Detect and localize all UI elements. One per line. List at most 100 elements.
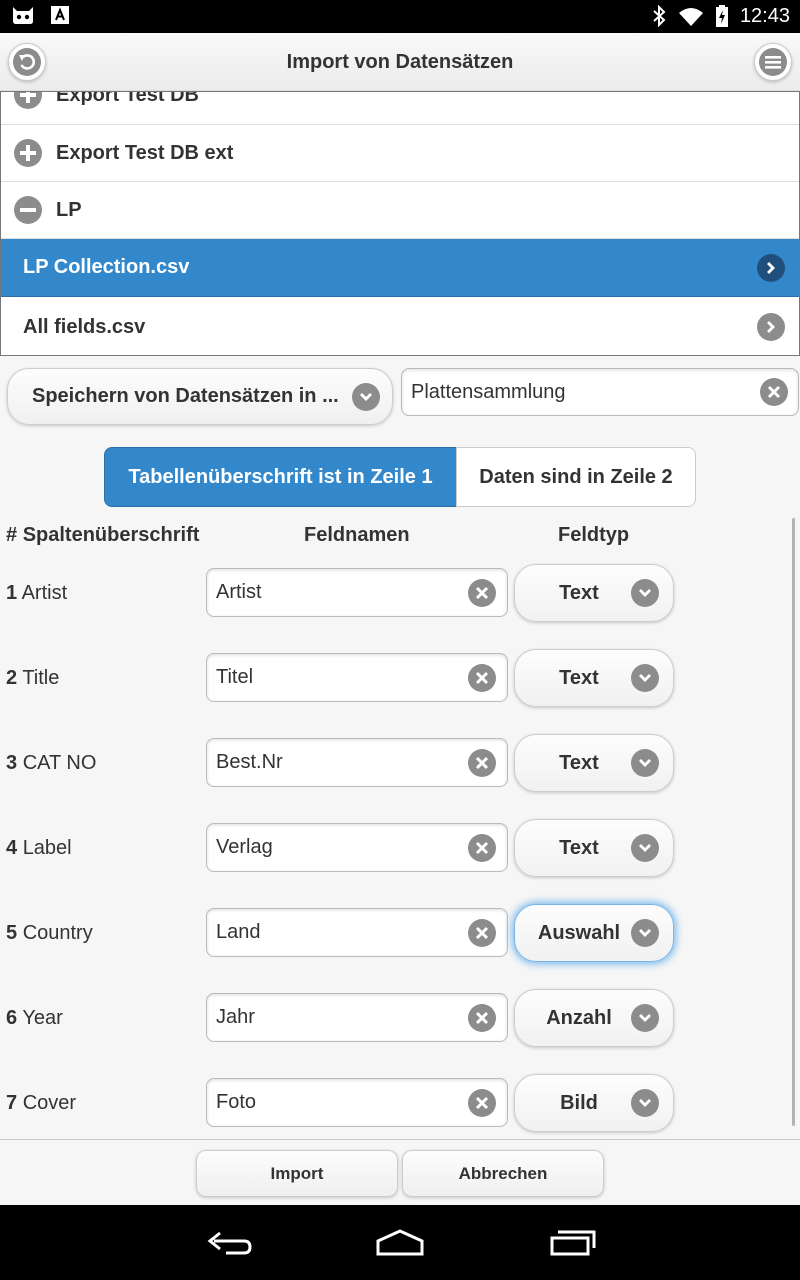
clear-icon[interactable]: [468, 749, 496, 777]
field-name-field[interactable]: [206, 823, 508, 872]
target-select-label: Speichern von Datensätzen in ...: [32, 385, 339, 407]
field-type-select[interactable]: Bild: [514, 1074, 674, 1132]
list-item-group-export-test-db[interactable]: Export Test DB: [1, 92, 799, 125]
field-name-field[interactable]: [206, 568, 508, 617]
wifi-icon: [678, 8, 703, 26]
clear-icon[interactable]: [468, 1004, 496, 1032]
field-name-input[interactable]: [216, 1079, 456, 1126]
collection-name-input[interactable]: [411, 369, 747, 415]
chevron-down-icon: [631, 579, 659, 607]
android-notification-icon: [13, 7, 33, 24]
list-item-group-export-test-db-ext[interactable]: Export Test DB ext: [1, 125, 799, 182]
column-header-hash: #: [6, 524, 18, 546]
collection-name-field[interactable]: [401, 368, 799, 416]
back-nav-icon[interactable]: [206, 1227, 254, 1257]
field-name-field[interactable]: [206, 653, 508, 702]
plus-icon: [14, 92, 42, 109]
list-item-label: All fields.csv: [23, 315, 146, 338]
clear-icon[interactable]: [468, 834, 496, 862]
field-type-select[interactable]: Text: [514, 819, 674, 877]
page-title: Import von Datensätzen: [286, 51, 514, 73]
field-type-label: Text: [559, 837, 599, 859]
footer-bar: Import Abbrechen: [0, 1139, 800, 1205]
field-name-input[interactable]: [216, 909, 456, 956]
system-nav-bar: [0, 1205, 800, 1280]
chevron-right-icon: [757, 253, 785, 282]
column-header-source: # Spaltenüberschrift: [6, 524, 199, 547]
field-type-label: Text: [559, 582, 599, 604]
list-item-group-lp[interactable]: LP: [1, 182, 799, 239]
field-name-input[interactable]: [216, 994, 456, 1041]
home-nav-icon[interactable]: [374, 1227, 426, 1257]
field-type-select[interactable]: Text: [514, 649, 674, 707]
field-name-input[interactable]: [216, 569, 456, 616]
field-name-field[interactable]: [206, 908, 508, 957]
clock: 12:43: [739, 4, 790, 27]
source-column-name: Country: [22, 922, 93, 944]
chevron-down-icon: [631, 834, 659, 862]
minus-icon: [14, 196, 42, 224]
clear-icon[interactable]: [468, 664, 496, 692]
plus-icon: [14, 139, 42, 167]
bluetooth-icon: [653, 5, 666, 27]
column-number: 5: [6, 922, 18, 944]
column-number: 4: [6, 837, 18, 859]
source-column-label: 6 Year: [6, 1007, 63, 1030]
data-row-option-label: Daten sind in Zeile 2: [479, 465, 673, 488]
source-column-name: Cover: [22, 1092, 77, 1114]
chevron-down-icon: [631, 664, 659, 692]
source-column-label: 4 Label: [6, 837, 72, 860]
import-button[interactable]: Import: [196, 1150, 398, 1197]
column-number: 7: [6, 1092, 18, 1114]
recents-nav-icon[interactable]: [548, 1227, 596, 1257]
data-row-option-button[interactable]: Daten sind in Zeile 2: [456, 447, 696, 507]
field-type-select[interactable]: Text: [514, 734, 674, 792]
field-name-field[interactable]: [206, 993, 508, 1042]
clear-icon[interactable]: [468, 919, 496, 947]
field-type-select[interactable]: Auswahl: [514, 904, 674, 962]
field-name-input[interactable]: [216, 824, 456, 871]
list-item-file-lp-collection[interactable]: LP Collection.csv: [1, 239, 799, 297]
column-number: 2: [6, 667, 18, 689]
app-header: Import von Datensätzen: [0, 33, 800, 91]
clear-icon[interactable]: [760, 378, 788, 406]
list-item-label: LP Collection.csv: [23, 256, 190, 278]
source-column-label: 5 Country: [6, 922, 93, 945]
file-list: Export Test DB Export Test DB ext LP LP …: [0, 91, 800, 356]
source-column-name: Artist: [21, 582, 68, 604]
scrollbar[interactable]: [792, 518, 795, 1126]
column-header-field-name: Feldnamen: [304, 524, 410, 546]
field-name-field[interactable]: [206, 738, 508, 787]
chevron-down-icon: [631, 1089, 659, 1117]
field-type-select[interactable]: Anzahl: [514, 989, 674, 1047]
clear-icon[interactable]: [468, 1089, 496, 1117]
source-column-name: Label: [22, 837, 72, 859]
list-item-file-all-fields[interactable]: All fields.csv: [1, 297, 799, 355]
field-type-select[interactable]: Text: [514, 564, 674, 622]
field-name-input[interactable]: [216, 739, 456, 786]
field-type-label: Text: [559, 667, 599, 689]
source-column-label: 1 Artist: [6, 582, 67, 605]
column-number: 6: [6, 1007, 18, 1029]
chevron-down-icon: [352, 383, 380, 411]
source-column-name: Title: [22, 667, 60, 689]
cancel-button[interactable]: Abbrechen: [402, 1150, 604, 1197]
header-row-option-button[interactable]: Tabellenüberschrift ist in Zeile 1: [104, 447, 457, 507]
source-column-label: 7 Cover: [6, 1092, 76, 1115]
field-name-input[interactable]: [216, 654, 456, 701]
column-number: 3: [6, 752, 18, 774]
chevron-down-icon: [631, 1004, 659, 1032]
field-type-label: Bild: [560, 1092, 598, 1114]
field-type-label: Anzahl: [546, 1007, 612, 1029]
clear-icon[interactable]: [468, 579, 496, 607]
field-type-label: Text: [559, 752, 599, 774]
target-database-select[interactable]: Speichern von Datensätzen in ...: [7, 368, 393, 425]
field-type-label: Auswahl: [537, 922, 621, 944]
menu-button[interactable]: [754, 43, 792, 81]
column-number: 1: [6, 582, 18, 604]
field-name-field[interactable]: [206, 1078, 508, 1127]
status-bar: 12:43: [0, 0, 800, 33]
source-column-name: CAT NO: [22, 752, 97, 774]
list-item-label: Export Test DB ext: [56, 141, 234, 164]
chevron-right-icon: [757, 313, 785, 341]
